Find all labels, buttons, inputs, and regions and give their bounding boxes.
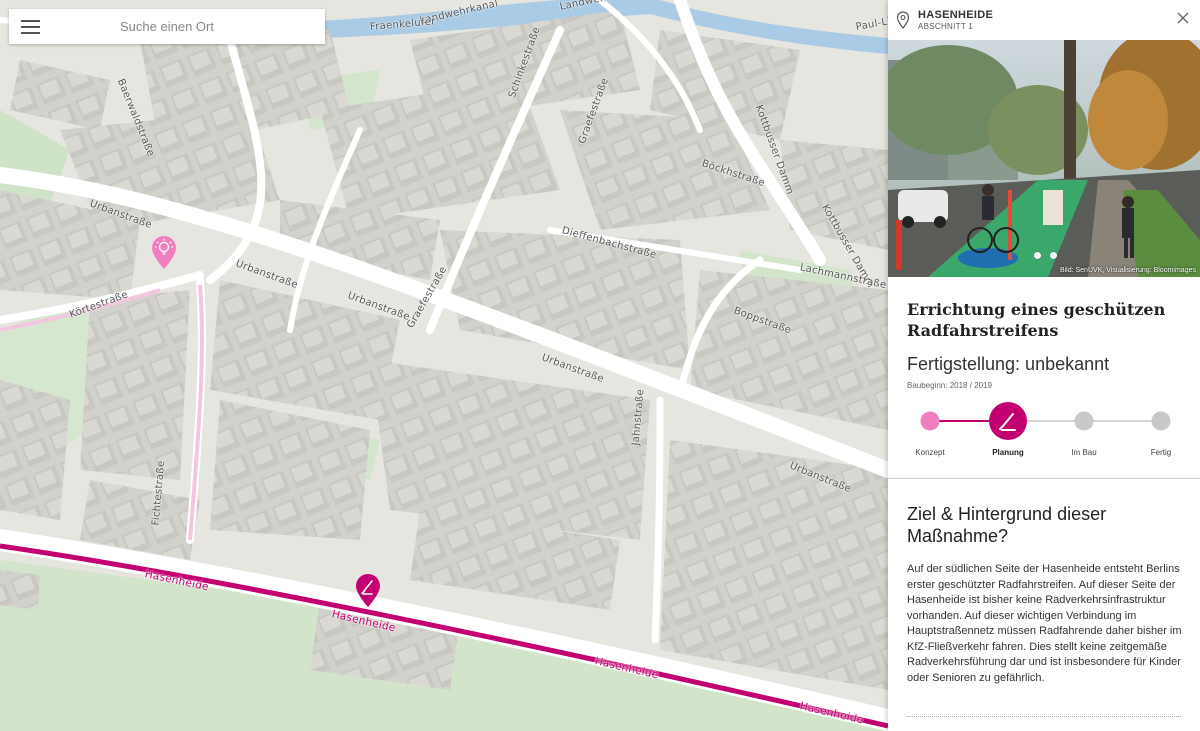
project-info: Errichtung eines geschützen Radfahrstrei… xyxy=(888,277,1200,390)
progress-step-label: Im Bau xyxy=(1071,448,1097,457)
progress-step-fertig xyxy=(1151,411,1171,431)
completion-status: Fertigstellung: unbekannt xyxy=(907,354,1110,374)
bike-lane-visualization-image xyxy=(888,40,1200,277)
progress-step-konzept xyxy=(920,411,940,431)
hamburger-menu-icon[interactable] xyxy=(11,9,49,44)
progress-stepper: Konzept Planung Im Bau Fertig xyxy=(888,400,1200,478)
dotted-divider xyxy=(907,716,1181,717)
progress-step-im-bau xyxy=(1074,411,1094,431)
project-image[interactable]: Bild: SenUVK, Visualisierung: Bloomimage… xyxy=(888,40,1200,277)
progress-track xyxy=(920,402,1171,440)
planning-marker[interactable] xyxy=(355,574,381,608)
build-start: Baubeginn: 2018 / 2019 xyxy=(907,381,992,390)
background-section: Ziel & Hintergrund dieser Maßnahme? Auf … xyxy=(888,479,1200,686)
map-view[interactable]: Landwehrkanal Landwehrkanal Fraenkelufer… xyxy=(0,0,888,731)
idea-marker[interactable] xyxy=(151,236,177,270)
panel-subtitle: ABSCHNITT 1 xyxy=(918,22,974,31)
project-title: Errichtung eines geschützen Radfahrstrei… xyxy=(907,300,1166,340)
photo-credit: Bild: SenUVK, Visualisierung: Bloomimage… xyxy=(1059,267,1196,274)
close-icon[interactable] xyxy=(1176,11,1190,25)
search-bar xyxy=(9,9,325,44)
carousel-dot[interactable] xyxy=(1050,252,1057,259)
progress-step-label: Fertig xyxy=(1150,448,1172,457)
panel-title: HASENHEIDE xyxy=(918,9,994,21)
progress-step-label: Planung xyxy=(992,448,1024,457)
project-detail-panel: HASENHEIDE ABSCHNITT 1 Bild: SenUVK, Vis… xyxy=(888,0,1200,731)
progress-step-label: Konzept xyxy=(915,448,945,457)
section-text: Auf der südlichen Seite der Hasenheide e… xyxy=(907,563,1182,684)
section-title: Ziel & Hintergrund dieser Maßnahme? xyxy=(907,504,1107,546)
carousel-dot[interactable] xyxy=(1034,252,1041,259)
location-pin-icon xyxy=(896,11,910,29)
panel-header: HASENHEIDE ABSCHNITT 1 xyxy=(888,0,1200,40)
search-input[interactable] xyxy=(49,9,325,44)
